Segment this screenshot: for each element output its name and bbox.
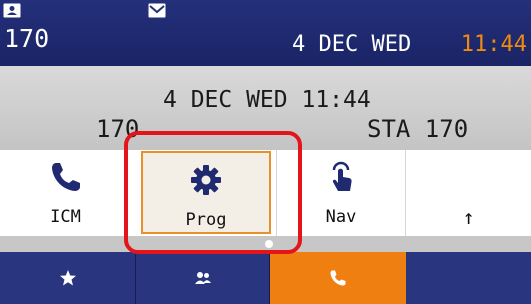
contacts-icon xyxy=(194,272,211,284)
softkey-icm-label: ICM xyxy=(50,207,81,227)
idle-extension: 170 xyxy=(96,115,140,143)
touch-icon xyxy=(324,160,358,194)
status-extension: 170 xyxy=(4,24,50,53)
phonebook-icon xyxy=(3,3,21,18)
tab-favorites[interactable] xyxy=(0,252,136,304)
softkey-icm[interactable]: ICM xyxy=(0,150,131,236)
phone-icon xyxy=(330,270,346,286)
page-dot xyxy=(265,240,273,248)
page-indicator xyxy=(0,236,531,252)
softkey-nav-label: Nav xyxy=(325,207,357,227)
star-icon xyxy=(59,270,76,286)
tab-contacts[interactable] xyxy=(136,252,270,304)
softkey-nav[interactable]: Nav xyxy=(276,150,406,236)
status-time: 11:44 xyxy=(460,32,527,57)
idle-display: 4 DEC WED 11:44 170 STA 170 xyxy=(0,66,531,150)
idle-station: STA 170 xyxy=(367,115,469,143)
softkey-up-label: ↑ xyxy=(462,205,475,229)
gear-icon xyxy=(189,163,223,197)
status-date: 4 DEC WED xyxy=(292,32,412,57)
softkey-up-arrow[interactable]: ↑ xyxy=(406,150,531,236)
tab-call[interactable] xyxy=(270,252,406,304)
status-bar: 170 4 DEC WED 11:44 xyxy=(0,0,531,66)
softkey-row: ICM Prog Nav ↑ xyxy=(0,150,531,236)
idle-datetime: 4 DEC WED 11:44 xyxy=(163,87,371,113)
bottom-tab-bar xyxy=(0,252,531,304)
tab-empty[interactable] xyxy=(406,252,531,304)
phone-icon xyxy=(49,160,83,194)
softkey-prog[interactable]: Prog xyxy=(141,151,271,234)
mail-icon xyxy=(148,3,166,18)
softkey-prog-label: Prog xyxy=(185,210,227,230)
phone-screen: 170 4 DEC WED 11:44 4 DEC WED 11:44 170 … xyxy=(0,0,531,304)
